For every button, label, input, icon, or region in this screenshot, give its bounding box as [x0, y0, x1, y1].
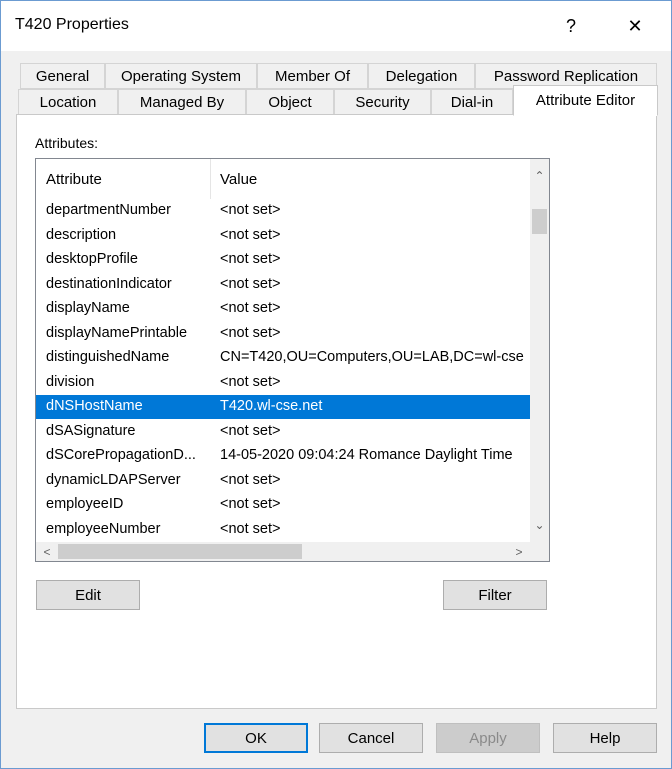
attribute-name: dSASignature	[46, 422, 136, 439]
attributes-list[interactable]: Attribute Value departmentNumber <not se…	[35, 158, 550, 562]
help-title-button[interactable]: ?	[551, 9, 591, 43]
scroll-up-button[interactable]: ⌃	[530, 159, 549, 193]
attribute-value: <not set>	[220, 226, 281, 243]
chevron-right-icon: >	[515, 544, 523, 559]
list-item[interactable]: destinationIndicator <not set>	[36, 273, 530, 297]
attribute-value: 14-05-2020 09:04:24 Romance Daylight Tim…	[220, 447, 513, 463]
list-item[interactable]: departmentNumber <not set>	[36, 199, 530, 223]
tab-object[interactable]: Object	[246, 89, 334, 115]
list-item[interactable]: dynamicLDAPServer <not set>	[36, 469, 530, 493]
attribute-name: dNSHostName	[46, 398, 143, 414]
list-item[interactable]: displayName <not set>	[36, 297, 530, 321]
attributes-label: Attributes:	[35, 135, 99, 151]
column-header-attribute[interactable]: Attribute	[46, 159, 206, 199]
tab-member-of[interactable]: Member Of	[257, 63, 368, 89]
attribute-name: dynamicLDAPServer	[46, 471, 181, 488]
list-item[interactable]: description <not set>	[36, 224, 530, 248]
attribute-value: <not set>	[220, 251, 281, 267]
attribute-value: T420.wl-cse.net	[220, 398, 323, 414]
ok-button[interactable]: OK	[204, 723, 308, 753]
list-item[interactable]: dSASignature <not set>	[36, 420, 530, 444]
list-item[interactable]: dSCorePropagationD... 14-05-2020 09:04:2…	[36, 444, 530, 468]
attribute-name: departmentNumber	[46, 202, 171, 218]
attribute-value: <not set>	[220, 202, 281, 218]
attribute-value: CN=T420,OU=Computers,OU=LAB,DC=wl-cse	[220, 349, 524, 365]
tab-operating-system[interactable]: Operating System	[105, 63, 257, 89]
close-icon: ✕	[627, 15, 643, 36]
attribute-name: employeeNumber	[46, 520, 161, 537]
close-button[interactable]: ✕	[615, 9, 655, 43]
chevron-up-icon: ⌃	[534, 169, 545, 183]
list-item[interactable]: distinguishedName CN=T420,OU=Computers,O…	[36, 346, 530, 370]
list-item[interactable]: displayNamePrintable <not set>	[36, 322, 530, 346]
filter-button[interactable]: Filter	[443, 580, 547, 610]
cancel-button[interactable]: Cancel	[319, 723, 423, 753]
attribute-value: <not set>	[220, 496, 281, 512]
list-item[interactable]: desktopProfile <not set>	[36, 248, 530, 272]
column-divider[interactable]	[210, 159, 211, 199]
horizontal-scroll-thumb[interactable]	[58, 544, 302, 559]
vertical-scrollbar[interactable]: ⌃ ⌄	[530, 159, 549, 542]
list-item[interactable]: employeeID <not set>	[36, 493, 530, 517]
attribute-value: <not set>	[220, 300, 281, 316]
horizontal-scrollbar[interactable]: < >	[36, 542, 530, 561]
attribute-name: displayNamePrintable	[46, 324, 188, 341]
title-bar: T420 Properties ? ✕	[1, 1, 671, 51]
chevron-down-icon: ⌄	[534, 518, 545, 532]
attribute-name: distinguishedName	[46, 349, 170, 365]
apply-button[interactable]: Apply	[436, 723, 540, 753]
list-item[interactable]: employeeNumber <not set>	[36, 518, 530, 542]
scroll-left-button[interactable]: <	[36, 542, 58, 561]
question-mark-icon: ?	[565, 15, 576, 36]
scrollbar-corner	[530, 542, 549, 561]
dialog-title: T420 Properties	[15, 16, 129, 33]
attribute-name: employeeID	[46, 496, 124, 512]
column-header-value[interactable]: Value	[220, 159, 420, 199]
tab-attribute-editor[interactable]: Attribute Editor	[513, 85, 658, 116]
attribute-name: division	[46, 373, 95, 390]
list-item[interactable]: division <not set>	[36, 371, 530, 395]
edit-button[interactable]: Edit	[36, 580, 140, 610]
attribute-value: <not set>	[220, 520, 281, 537]
attribute-name: dSCorePropagationD...	[46, 447, 196, 463]
attribute-name: description	[46, 226, 117, 243]
properties-dialog: T420 Properties ? ✕ General Operating Sy…	[0, 0, 672, 769]
list-header: Attribute Value	[36, 159, 530, 199]
attribute-value: <not set>	[220, 373, 281, 390]
list-item-selected[interactable]: dNSHostName T420.wl-cse.net	[36, 395, 530, 419]
help-button[interactable]: Help	[553, 723, 657, 753]
tab-dial-in[interactable]: Dial-in	[431, 89, 513, 115]
tab-location[interactable]: Location	[18, 89, 118, 115]
tab-general[interactable]: General	[20, 63, 105, 89]
chevron-left-icon: <	[43, 544, 51, 559]
tab-managed-by[interactable]: Managed By	[118, 89, 246, 115]
attribute-value: <not set>	[220, 324, 281, 341]
attribute-value: <not set>	[220, 275, 281, 292]
attribute-name: desktopProfile	[46, 251, 138, 267]
vertical-scroll-thumb[interactable]	[532, 209, 547, 234]
attribute-name: destinationIndicator	[46, 275, 172, 292]
attribute-value: <not set>	[220, 422, 281, 439]
tab-security[interactable]: Security	[334, 89, 431, 115]
scroll-right-button[interactable]: >	[508, 542, 530, 561]
scroll-down-button[interactable]: ⌄	[530, 508, 549, 542]
tab-delegation[interactable]: Delegation	[368, 63, 475, 89]
attribute-name: displayName	[46, 300, 130, 316]
attribute-value: <not set>	[220, 471, 281, 488]
